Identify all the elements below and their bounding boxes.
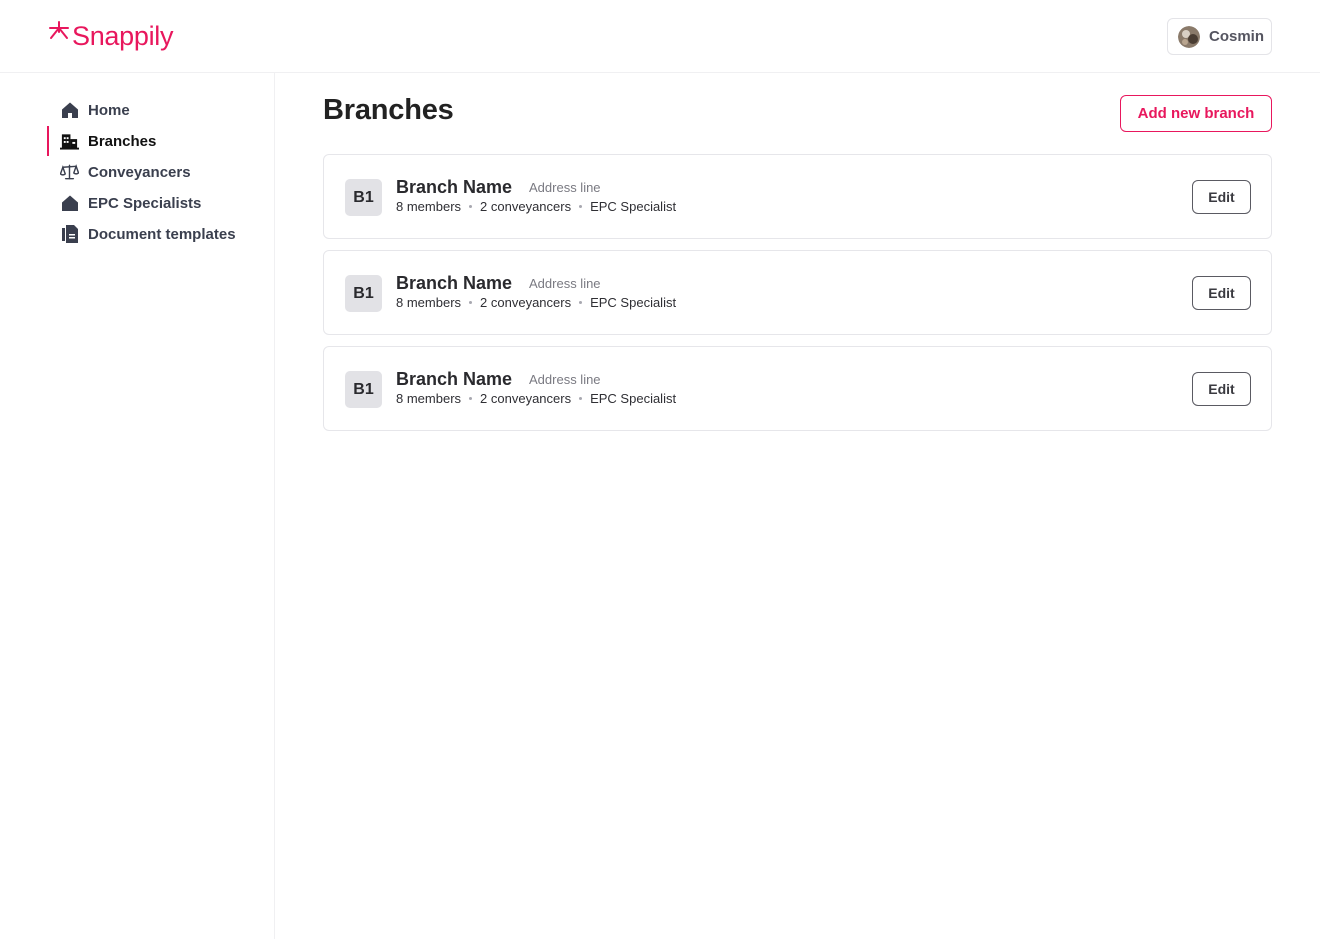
sidebar-item-label: Conveyancers bbox=[88, 163, 191, 181]
branch-meta: 8 members 2 conveyancers EPC Specialist bbox=[396, 391, 676, 406]
sidebar-item-home[interactable]: Home bbox=[47, 95, 257, 125]
members-count: 8 members bbox=[396, 199, 462, 214]
conveyancers-count: 2 conveyancers bbox=[480, 295, 572, 310]
branch-badge: B1 bbox=[345, 275, 382, 312]
user-menu-button[interactable]: Cosmin bbox=[1167, 18, 1272, 55]
separator-dot bbox=[469, 205, 473, 208]
brand-name: Snappily bbox=[72, 20, 174, 51]
top-bar: Snappily Cosmin bbox=[0, 0, 1320, 73]
separator-dot bbox=[469, 301, 473, 304]
sidebar: Home Branches Conveyancers EPC Specialis… bbox=[0, 73, 275, 939]
branch-badge: B1 bbox=[345, 179, 382, 216]
sidebar-item-branches[interactable]: Branches bbox=[47, 126, 257, 156]
house-icon bbox=[60, 101, 79, 120]
snappily-logo[interactable]: Snappily bbox=[47, 19, 173, 53]
members-count: 8 members bbox=[396, 295, 462, 310]
branch-card: B1 Branch Name Address line 8 members 2 … bbox=[323, 154, 1272, 239]
scales-icon bbox=[60, 163, 79, 182]
conveyancers-count: 2 conveyancers bbox=[480, 199, 572, 214]
branch-badge: B1 bbox=[345, 371, 382, 408]
avatar bbox=[1178, 25, 1200, 48]
page-title: Branches bbox=[323, 94, 454, 126]
sidebar-item-epc-specialists[interactable]: EPC Specialists bbox=[47, 188, 257, 218]
sidebar-item-label: Home bbox=[88, 101, 130, 119]
branch-card: B1 Branch Name Address line 8 members 2 … bbox=[323, 250, 1272, 335]
branch-name: Branch Name bbox=[396, 273, 513, 293]
members-count: 8 members bbox=[396, 391, 462, 406]
separator-dot bbox=[469, 397, 473, 400]
edit-button[interactable]: Edit bbox=[1192, 180, 1251, 214]
house-icon bbox=[60, 194, 79, 213]
branch-card: B1 Branch Name Address line 8 members 2 … bbox=[323, 346, 1272, 431]
sidebar-item-label: EPC Specialists bbox=[88, 194, 202, 212]
branch-address: Address line bbox=[529, 180, 601, 195]
sidebar-item-conveyancers[interactable]: Conveyancers bbox=[47, 157, 257, 187]
add-new-branch-button[interactable]: Add new branch bbox=[1120, 95, 1272, 132]
branch-name: Branch Name bbox=[396, 369, 513, 389]
specialist-label: EPC Specialist bbox=[590, 391, 677, 406]
branch-meta: 8 members 2 conveyancers EPC Specialist bbox=[396, 295, 676, 310]
separator-dot bbox=[579, 397, 583, 400]
specialist-label: EPC Specialist bbox=[590, 295, 677, 310]
branch-name: Branch Name bbox=[396, 177, 513, 197]
separator-dot bbox=[579, 301, 583, 304]
asterisk-logo-icon bbox=[49, 21, 69, 39]
document-icon bbox=[60, 225, 79, 244]
conveyancers-count: 2 conveyancers bbox=[480, 391, 572, 406]
edit-button[interactable]: Edit bbox=[1192, 372, 1251, 406]
separator-dot bbox=[579, 205, 583, 208]
edit-button[interactable]: Edit bbox=[1192, 276, 1251, 310]
branch-address: Address line bbox=[529, 372, 601, 387]
user-name: Cosmin bbox=[1209, 28, 1265, 45]
branch-address: Address line bbox=[529, 276, 601, 291]
sidebar-item-document-templates[interactable]: Document templates bbox=[47, 219, 257, 249]
building-icon bbox=[60, 132, 79, 151]
sidebar-item-label: Branches bbox=[88, 132, 157, 150]
sidebar-item-label: Document templates bbox=[88, 225, 236, 243]
specialist-label: EPC Specialist bbox=[590, 199, 677, 214]
branch-meta: 8 members 2 conveyancers EPC Specialist bbox=[396, 199, 676, 214]
